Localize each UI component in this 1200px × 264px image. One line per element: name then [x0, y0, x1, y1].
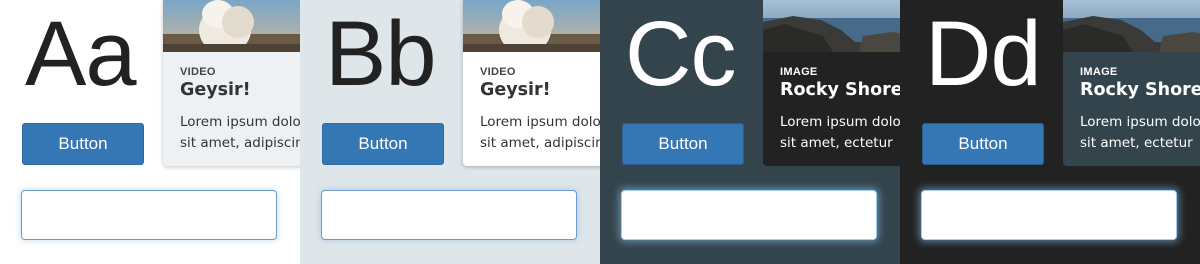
primary-button[interactable]: Button — [322, 123, 444, 165]
text-input[interactable] — [321, 190, 577, 240]
media-card[interactable]: IMAGE Rocky Shore Lorem ipsum dolo sit a… — [1063, 0, 1200, 166]
text-input[interactable] — [21, 190, 277, 240]
primary-button[interactable]: Button — [22, 123, 144, 165]
card-title: Rocky Shore — [780, 80, 900, 100]
media-card[interactable]: VIDEO Geysir! Lorem ipsum dolo sit amet,… — [463, 0, 600, 166]
card-body: Lorem ipsum dolo sit amet, adipiscin — [480, 112, 600, 154]
theme-panel-dark: Dd Button IMAGE Rocky Shore Lorem ipsum … — [900, 0, 1200, 264]
card-kind-label: VIDEO — [480, 66, 516, 78]
card-kind-label: VIDEO — [180, 66, 216, 78]
card-body: Lorem ipsum dolo sit amet, ectetur — [780, 112, 900, 154]
card-body-line: Lorem ipsum dolo — [480, 114, 600, 130]
card-body-line: Lorem ipsum dolo — [180, 114, 300, 130]
card-body-line: sit amet, adipiscin — [180, 135, 300, 151]
text-input[interactable] — [621, 190, 877, 240]
card-body: Lorem ipsum dolo sit amet, ectetur — [1080, 112, 1200, 154]
card-body-line: Lorem ipsum dolo — [1080, 114, 1200, 130]
card-body-line: sit amet, ectetur — [1080, 135, 1193, 151]
card-body-line: Lorem ipsum dolo — [780, 114, 900, 130]
card-title: Geysir! — [480, 80, 551, 100]
primary-button[interactable]: Button — [622, 123, 744, 165]
card-body: Lorem ipsum dolo sit amet, adipiscin — [180, 112, 300, 154]
rocky-shore-photo — [1063, 0, 1200, 52]
text-input[interactable] — [921, 190, 1177, 240]
geyser-photo — [463, 0, 600, 52]
type-specimen: Cc — [625, 3, 736, 105]
theme-swatch-strip: Aa Button VIDEO Geysir! Lorem ipsum dolo… — [0, 0, 1200, 264]
card-kind-label: IMAGE — [780, 66, 818, 78]
card-body-line: sit amet, ectetur — [780, 135, 893, 151]
type-specimen: Dd — [925, 3, 1042, 105]
geyser-photo — [163, 0, 300, 52]
media-card[interactable]: VIDEO Geysir! Lorem ipsum dolo sit amet,… — [163, 0, 300, 166]
type-specimen: Aa — [25, 3, 137, 105]
card-body-line: sit amet, adipiscin — [480, 135, 600, 151]
theme-panel-light-grey: Bb Button VIDEO Geysir! Lorem ipsum dolo… — [300, 0, 600, 264]
type-specimen: Bb — [325, 3, 437, 105]
primary-button[interactable]: Button — [922, 123, 1044, 165]
theme-panel-light: Aa Button VIDEO Geysir! Lorem ipsum dolo… — [0, 0, 300, 264]
media-card[interactable]: IMAGE Rocky Shore Lorem ipsum dolo sit a… — [763, 0, 900, 166]
card-title: Geysir! — [180, 80, 251, 100]
rocky-shore-photo — [763, 0, 900, 52]
card-title: Rocky Shore — [1080, 80, 1200, 100]
theme-panel-dark-slate: Cc Button IMAGE Rocky Shore Lorem ipsum … — [600, 0, 900, 264]
card-kind-label: IMAGE — [1080, 66, 1118, 78]
